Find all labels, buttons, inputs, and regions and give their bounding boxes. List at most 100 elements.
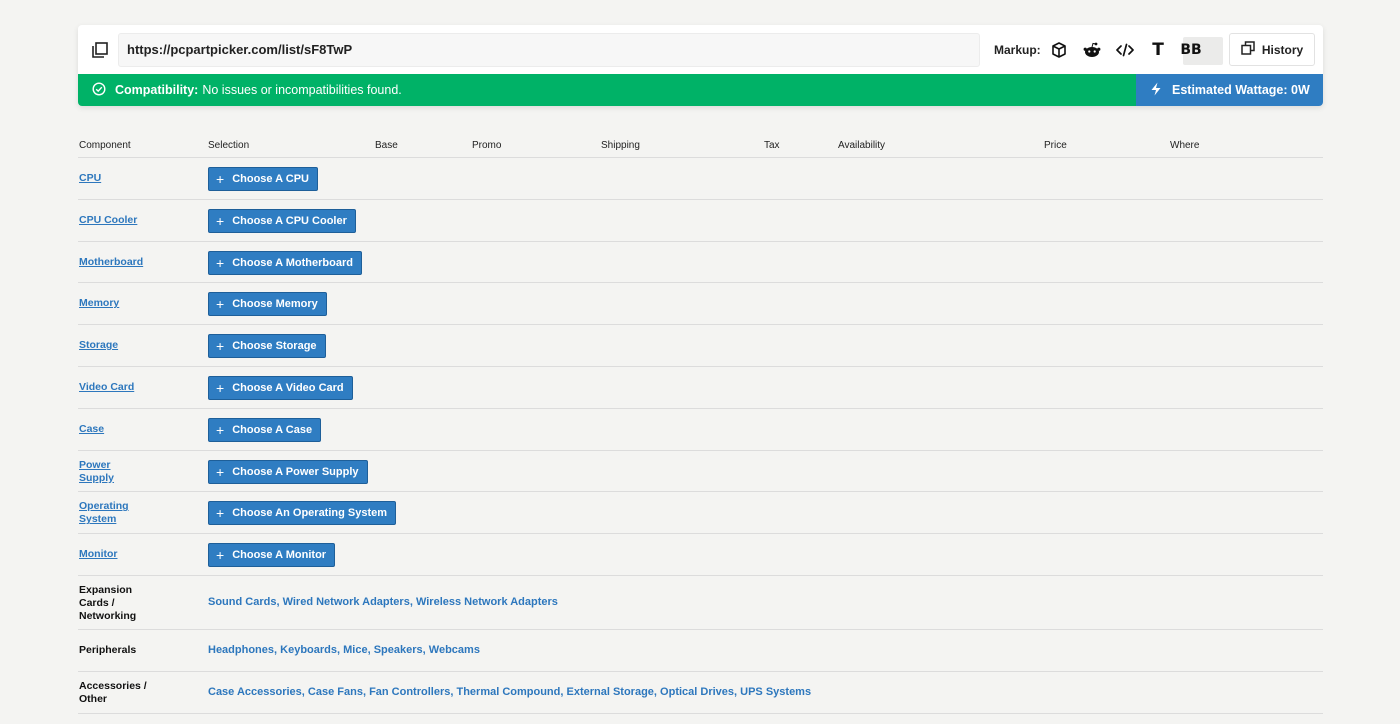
component-link[interactable]: CPU <box>79 172 149 185</box>
category-link[interactable]: Wireless Network Adapters <box>416 596 558 608</box>
list-url-field[interactable]: https://pcpartpicker.com/list/sF8TwP <box>118 33 980 67</box>
component-link[interactable]: Case <box>79 423 149 436</box>
column-header[interactable]: Promo <box>472 140 501 151</box>
compatibility-message: No issues or incompatibilities found. <box>202 83 402 97</box>
reddit-icon[interactable] <box>1081 39 1103 61</box>
column-header[interactable]: Shipping <box>601 140 640 151</box>
component-link[interactable]: Operating System <box>79 500 131 526</box>
column-header[interactable]: Component <box>79 140 131 151</box>
choose-part-label: Choose An Operating System <box>232 507 388 520</box>
text-t-icon[interactable]: T <box>1147 39 1169 61</box>
component-link[interactable]: Monitor <box>79 548 149 561</box>
choose-part-label: Choose A CPU Cooler <box>232 214 347 227</box>
history-button[interactable]: History <box>1229 33 1315 66</box>
table-row: Case + Choose A Case <box>78 409 1323 451</box>
choose-part-label: Choose A Power Supply <box>232 465 359 478</box>
copy-icon[interactable] <box>90 40 110 60</box>
choose-part-button[interactable]: + Choose A Power Supply <box>208 459 368 484</box>
column-header[interactable]: Tax <box>764 140 780 151</box>
table-body: CPU + Choose A CPU CPU Cooler + Choose A CPU … <box>78 158 1323 714</box>
history-label: History <box>1261 42 1304 57</box>
plus-icon: + <box>216 171 225 187</box>
table-row: Video Card + Choose A Video Card <box>78 367 1323 409</box>
choose-part-button[interactable]: + Choose A Video Card <box>208 375 353 400</box>
choose-part-label: Choose A Case <box>232 423 313 436</box>
choose-part-button[interactable]: + Choose An Operating System <box>208 501 397 526</box>
code-icon[interactable] <box>1114 39 1136 61</box>
category-name: Accessories / Other <box>79 679 147 705</box>
url-row: https://pcpartpicker.com/list/sF8TwP Mar… <box>78 25 1323 74</box>
component-link[interactable]: Power Supply <box>79 459 131 485</box>
component-link[interactable]: Storage <box>79 339 149 352</box>
choose-part-button[interactable]: + Choose A CPU Cooler <box>208 208 356 233</box>
choose-part-button[interactable]: + Choose A Motherboard <box>208 250 362 275</box>
plus-icon: + <box>216 463 225 480</box>
choose-part-label: Choose A Monitor <box>232 549 327 562</box>
category-links: Headphones, Keyboards, Mice, Speakers, W… <box>208 644 480 656</box>
wattage-bar: Estimated Wattage: 0W <box>1136 74 1323 106</box>
choose-part-label: Choose Storage <box>232 340 317 353</box>
markup-label: Markup: <box>994 43 1041 57</box>
parts-table: Component Selection Base Promo Shipping Tax Av… <box>78 136 1323 714</box>
history-icon <box>1241 41 1255 58</box>
category-link[interactable]: Webcams <box>429 644 480 656</box>
list-toolbar-card: https://pcpartpicker.com/list/sF8TwP Mar… <box>78 25 1323 106</box>
plus-icon: + <box>216 212 225 229</box>
table-row: CPU Cooler + Choose A CPU Cooler <box>78 200 1323 242</box>
lightning-icon <box>1150 82 1162 99</box>
choose-part-button[interactable]: + Choose A CPU <box>208 167 318 191</box>
component-link[interactable]: Memory <box>79 297 149 310</box>
category-link[interactable]: Mice <box>343 644 367 656</box>
choose-part-button[interactable]: + Choose Storage <box>208 334 326 359</box>
category-link[interactable]: Wired Network Adapters <box>283 596 410 608</box>
category-link[interactable]: Fan Controllers <box>369 686 450 698</box>
choose-part-label: Choose A Video Card <box>232 381 344 394</box>
table-row: Monitor + Choose A Monitor <box>78 534 1323 576</box>
category-row: Accessories / Other Case Accessories, Cas… <box>78 672 1323 714</box>
category-link[interactable]: Optical Drives <box>660 686 734 698</box>
category-link[interactable]: Case Fans <box>308 686 363 698</box>
plus-icon: + <box>216 338 225 355</box>
plus-icon: + <box>216 547 225 564</box>
column-header[interactable]: Where <box>1170 140 1199 151</box>
bbcode-icon[interactable]: BB <box>1178 39 1204 61</box>
compatibility-bar: Compatibility: No issues or incompatibil… <box>78 74 1136 106</box>
cube-icon[interactable] <box>1048 39 1070 61</box>
compatibility-label: Compatibility: <box>115 83 199 97</box>
category-link[interactable]: Speakers <box>374 644 423 656</box>
plus-icon: + <box>216 296 225 313</box>
table-row: Power Supply + Choose A Power Supply <box>78 451 1323 493</box>
category-links: Case Accessories, Case Fans, Fan Control… <box>208 686 811 698</box>
wattage-label: Estimated Wattage: 0W <box>1172 83 1310 97</box>
table-row: CPU + Choose A CPU <box>78 158 1323 200</box>
column-header[interactable]: Selection <box>208 140 249 151</box>
category-link[interactable]: External Storage <box>567 686 654 698</box>
category-name: Expansion Cards / Networking <box>79 583 137 622</box>
plus-icon: + <box>216 505 225 522</box>
table-header: Component Selection Base Promo Shipping Tax Av… <box>78 136 1323 158</box>
category-name: Peripherals <box>79 643 137 656</box>
category-link[interactable]: Sound Cards <box>208 596 276 608</box>
choose-part-button[interactable]: + Choose A Case <box>208 417 322 442</box>
check-circle-icon <box>92 81 106 99</box>
column-header[interactable]: Base <box>375 140 398 151</box>
category-link[interactable]: Headphones <box>208 644 274 656</box>
category-link[interactable]: Thermal Compound <box>456 686 560 698</box>
table-row: Memory + Choose Memory <box>78 283 1323 326</box>
category-link[interactable]: Case Accessories <box>208 686 302 698</box>
column-header[interactable]: Price <box>1044 140 1067 151</box>
choose-part-button[interactable]: + Choose A Monitor <box>208 543 336 568</box>
column-header[interactable]: Availability <box>838 140 885 151</box>
choose-part-label: Choose A CPU <box>232 173 309 185</box>
choose-part-button[interactable]: + Choose Memory <box>208 292 327 317</box>
choose-part-label: Choose A Motherboard <box>232 256 353 269</box>
table-row: Motherboard + Choose A Motherboard <box>78 242 1323 284</box>
component-link[interactable]: Video Card <box>79 381 149 394</box>
category-link[interactable]: UPS Systems <box>740 686 811 698</box>
plus-icon: + <box>216 379 225 396</box>
category-links: Sound Cards, Wired Network Adapters, Wir… <box>208 596 558 608</box>
category-link[interactable]: Keyboards <box>280 644 337 656</box>
component-link[interactable]: CPU Cooler <box>79 214 149 227</box>
table-row: Operating System + Choose An Operating Sys… <box>78 492 1323 535</box>
component-link[interactable]: Motherboard <box>79 256 149 269</box>
